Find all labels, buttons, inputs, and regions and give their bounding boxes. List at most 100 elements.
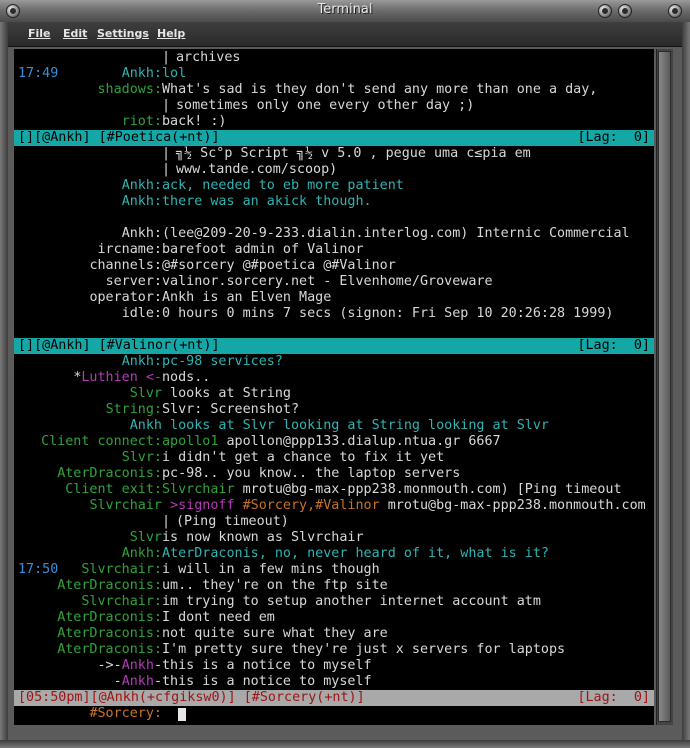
message-text: I dont need em <box>162 610 275 625</box>
nick-label: AterDraconis: <box>57 578 162 593</box>
nick-label: AterDraconis: <box>57 642 162 657</box>
message-text: sometimes only one every other day ;) <box>176 98 475 113</box>
chat-line: | (Ping timeout) <box>14 514 654 530</box>
nick-label: AterDraconis: <box>57 626 162 641</box>
message-text: ack, needed to eb more patient <box>162 178 404 193</box>
message-text: i didn't get a chance to fix it yet <box>162 450 445 465</box>
menu-help[interactable]: Help <box>157 27 185 40</box>
nick-label: shadows: <box>97 82 163 97</box>
chat-line: channels: @#sorcery @#poetica @#Valinor <box>14 258 654 274</box>
message-text: (Ping timeout) <box>176 514 289 529</box>
nick-label: Ankh: <box>121 194 162 209</box>
message-text: nods.. <box>162 370 211 385</box>
nick-fragment: ->- <box>97 658 122 673</box>
nick-label: Ankh: <box>121 354 162 369</box>
nick-label: Ankh <box>129 418 162 433</box>
nick-label: operator: <box>89 290 162 305</box>
nick-fragment: Luthien <box>81 370 138 385</box>
maximize-icon[interactable] <box>618 4 632 18</box>
text-fragment: apollo1 <box>162 434 219 449</box>
message-text: apollo1 apollon@ppp133.dialup.ntua.gr 66… <box>162 434 501 450</box>
nick-label: channels: <box>89 258 162 273</box>
chat-line: Slvr is now known as Slvrchair <box>14 530 654 546</box>
nick-label: server: <box>105 274 162 289</box>
nick-label: ->-Ankh- <box>98 658 163 674</box>
nick-label: *Luthien <- <box>73 370 162 386</box>
nick-fragment: - <box>153 674 162 689</box>
chat-line: Client exit: Slvrchair mrotu@bg-max-ppp23… <box>14 482 654 498</box>
chat-line <box>14 322 654 338</box>
chat-line: 17:50 Slvrchair: i will in a few mins thou… <box>14 562 654 578</box>
menu-bar: File Edit Settings Help <box>8 22 682 47</box>
message-text: Slvr: Screenshot? <box>162 402 300 417</box>
chat-line: Ankh: (lee@209-20-9-233.dialin.interlog.c… <box>14 226 654 242</box>
chat-line: riot: back! :) <box>14 114 654 130</box>
message-text: 0 hours 0 mins 7 secs (signon: Fri Sep 1… <box>162 306 614 321</box>
chat-line: idle: 0 hours 0 mins 7 secs (signon: Fri … <box>14 306 654 322</box>
scrollbar[interactable] <box>656 49 673 725</box>
message-text: lol <box>162 66 187 81</box>
nick-label: Slvrchair: <box>81 594 162 609</box>
window-border-right <box>682 22 690 748</box>
scrollbar-thumb[interactable] <box>658 51 671 722</box>
message-text: this is a notice to myself <box>162 674 372 689</box>
nick-label: Slvr <box>129 386 162 401</box>
chat-line: Ankh looks at Slvr looking at String loo… <box>14 418 654 434</box>
close-icon[interactable] <box>668 4 682 18</box>
nick-fragment: <- <box>137 370 162 385</box>
nick-label: Slvrchair: <box>81 562 162 577</box>
continuation-bar: | <box>162 162 171 177</box>
nick-fragment: Ankh <box>121 674 154 689</box>
continuation-bar: | <box>162 50 171 65</box>
text-fragment: apollon@ppp133.dialup.ntua.gr 6667 <box>218 434 501 449</box>
status-bar: [][@Ankh] [#Poetica(+nt)] [Lag: 0] <box>14 130 654 146</box>
chat-line: -Ankh-this is a notice to myself <box>14 674 654 690</box>
chat-line: Client connect: apollo1 apollon@ppp133.di… <box>14 434 654 450</box>
nick-label: Slvr: <box>121 450 162 465</box>
nick-label: AterDraconis: <box>57 466 162 481</box>
continuation-bar: | <box>162 146 171 161</box>
chat-line: Slvr looks at String <box>14 386 654 402</box>
continuation-bar: | <box>162 98 171 113</box>
continuation-bar: | <box>162 514 171 529</box>
chat-line: ->-Ankh-this is a notice to myself <box>14 658 654 674</box>
input-line[interactable]: #Sorcery: <box>14 706 654 722</box>
terminal-screen[interactable]: | archives 17:49 Ankh: lol shadows: What's sad… <box>14 49 654 725</box>
chat-line: Ankh: pc-98 services? <box>14 354 654 370</box>
message-text: barefoot admin of Valinor <box>162 242 364 257</box>
timestamp: 17:50 <box>18 562 59 577</box>
message-text: pc-98 services? <box>162 354 283 369</box>
status-left: [][@Ankh] [#Valinor(+nt)] <box>18 338 220 353</box>
chat-line: server: valinor.sorcery.net - Elvenhome/G… <box>14 274 654 290</box>
message-text: I'm pretty sure they're just x servers f… <box>162 642 566 657</box>
window-title: Terminal <box>317 2 373 17</box>
menu-file[interactable]: File <box>28 27 51 40</box>
chat-line: String: Slvr: Screenshot? <box>14 402 654 418</box>
window-menu-icon[interactable] <box>6 4 20 18</box>
minimize-icon[interactable] <box>598 4 612 18</box>
message-text: What's sad is they don't send any more t… <box>162 82 598 97</box>
chat-line: AterDraconis: I dont need em <box>14 610 654 626</box>
text-fragment: mrotu@bg-max-ppp238.monmouth.com <box>379 498 646 513</box>
chat-line: Slvrchair >signoff #Sorcery,#Valinor mro… <box>14 498 654 514</box>
chat-line: *Luthien <- nods.. <box>14 370 654 386</box>
nick-fragment: - <box>113 674 122 689</box>
message-text: Ankh is an Elven Mage <box>162 290 332 305</box>
chat-line: | archives <box>14 50 654 66</box>
status-bar: [05:50pm][@Ankh(+cfgiksw0)] [#Sorcery(+n… <box>14 690 654 706</box>
message-text: looks at Slvr looking at String looking … <box>162 418 549 433</box>
menu-settings[interactable]: Settings <box>97 27 149 40</box>
nick-label: Ankh: <box>121 546 162 561</box>
nick-label: -Ankh- <box>114 674 162 690</box>
chat-line: AterDraconis: pc-98.. you know.. the lapt… <box>14 466 654 482</box>
nick-label: ircname: <box>97 242 163 257</box>
message-text: um.. they're on the ftp site <box>162 578 388 593</box>
chat-line: Slvrchair: im trying to setup another int… <box>14 594 654 610</box>
message-text: Slvrchair mrotu@bg-max-ppp238.monmouth.c… <box>162 482 622 498</box>
lag-indicator: [Lag: 0] <box>577 338 650 353</box>
menu-edit[interactable]: Edit <box>63 27 87 40</box>
text-fragment: Slvrchair <box>162 482 235 497</box>
title-bar[interactable]: Terminal <box>0 0 690 23</box>
window-border-bottom <box>0 740 690 748</box>
message-text: is now known as Slvrchair <box>162 530 364 545</box>
